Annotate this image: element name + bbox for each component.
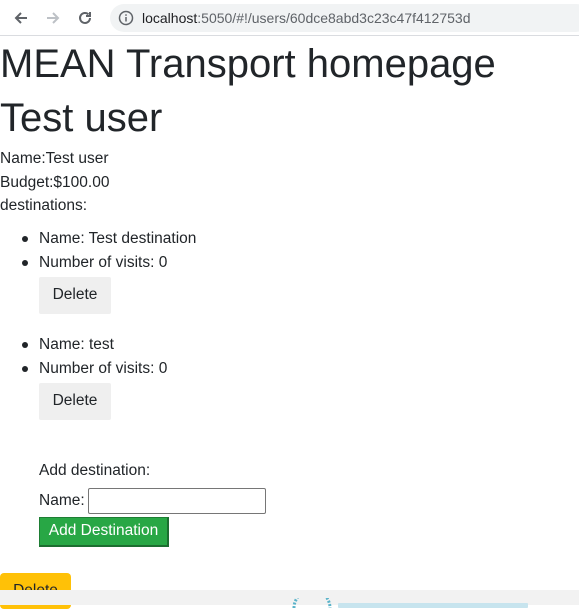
destination-item: Name: test Number of visits: 0 Delete <box>0 333 579 420</box>
bullet-icon <box>22 365 28 372</box>
add-destination-form: Add destination: Name: Add Destination <box>39 460 579 547</box>
user-name-line: Name:Test user <box>0 150 109 167</box>
address-bar[interactable]: localhost:5050/#!/users/60dce8abd3c23c47… <box>110 4 579 32</box>
add-destination-button[interactable]: Add Destination <box>39 516 169 547</box>
destination-name-text: Name: Test destination <box>39 229 197 247</box>
delete-destination-button[interactable]: Delete <box>39 276 111 314</box>
url-text[interactable]: localhost:5050/#!/users/60dce8abd3c23c47… <box>142 10 471 26</box>
destination-details: Name: Test destination Number of visits:… <box>0 227 579 275</box>
destinations-label: destinations: <box>0 197 88 214</box>
bullet-icon <box>22 341 28 348</box>
delete-destination-button[interactable]: Delete <box>39 382 111 420</box>
add-destination-heading: Add destination: <box>39 461 151 479</box>
destination-visits-text: Number of visits: 0 <box>39 253 168 271</box>
forward-button[interactable] <box>42 7 64 29</box>
bullet-icon <box>22 235 28 242</box>
page-content: MEAN Transport homepage Test user Name:T… <box>0 37 579 547</box>
user-budget-line: Budget:$100.00 <box>0 173 110 191</box>
destination-visits: Number of visits: 0 <box>22 251 579 275</box>
university-logo-icon <box>292 598 332 608</box>
url-path: :5050/#!/users/60dce8abd3c23c47f412753d <box>197 10 471 26</box>
page-title: MEAN Transport homepage <box>0 42 496 86</box>
name-field-label: Name: <box>39 491 85 509</box>
browser-toolbar: localhost:5050/#!/users/60dce8abd3c23c47… <box>0 0 579 36</box>
url-host: localhost <box>142 10 198 26</box>
reload-button[interactable] <box>74 7 96 29</box>
destination-visits: Number of visits: 0 <box>22 357 579 381</box>
destination-name-text: Name: test <box>39 335 114 353</box>
bullet-icon <box>22 259 28 266</box>
arrow-left-icon <box>14 12 27 24</box>
destination-visits-text: Number of visits: 0 <box>39 359 168 377</box>
destination-item: Name: Test destination Number of visits:… <box>0 227 579 314</box>
reload-icon <box>79 11 91 24</box>
footer-logo-text <box>338 603 528 608</box>
name-field-row: Name: <box>39 486 579 516</box>
user-heading: Test user <box>0 96 163 140</box>
footer-strip <box>0 590 579 608</box>
destination-name-input[interactable] <box>87 487 266 514</box>
back-button[interactable] <box>10 7 32 29</box>
destination-name: Name: Test destination <box>22 227 579 251</box>
destination-details: Name: test Number of visits: 0 <box>0 333 579 381</box>
destination-name: Name: test <box>22 333 579 357</box>
arrow-right-icon <box>47 12 60 24</box>
info-icon[interactable] <box>118 10 134 26</box>
